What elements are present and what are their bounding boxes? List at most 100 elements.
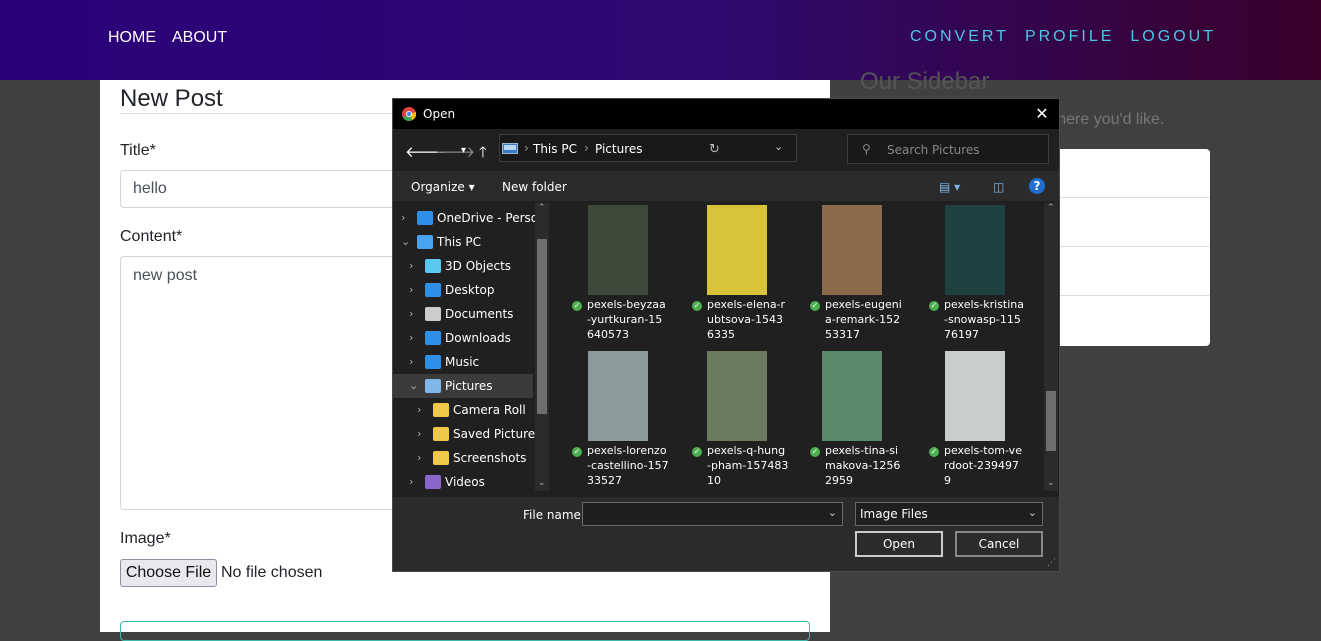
breadcrumb-pictures[interactable]: Pictures	[595, 142, 643, 156]
view-options-icon[interactable]: ▤ ▾	[939, 180, 960, 194]
tree-item-label: Documents	[445, 307, 514, 321]
organize-label: Organize	[411, 180, 465, 194]
folder-icon	[433, 403, 449, 417]
image-thumbnail[interactable]	[822, 351, 882, 441]
scroll-down-icon[interactable]: ⌄	[1047, 478, 1055, 488]
tree-item[interactable]: ⌄ This PC	[393, 230, 533, 254]
nav-about-link[interactable]: ABOUT	[172, 29, 227, 47]
tree-scrollbar[interactable]: ⌃ ⌄	[535, 203, 549, 491]
image-thumbnail[interactable]	[822, 205, 882, 295]
folder-icon	[433, 451, 449, 465]
file-grid-scrollbar[interactable]: ⌃ ⌄	[1044, 203, 1058, 491]
image-thumbnail[interactable]	[707, 351, 767, 441]
cancel-button[interactable]: Cancel	[955, 531, 1043, 557]
form-bottom-box	[120, 621, 810, 641]
image-thumbnail[interactable]	[945, 205, 1005, 295]
tree-item[interactable]: › Music	[393, 350, 533, 374]
breadcrumb-chevron-icon: ›	[524, 141, 529, 155]
organize-button[interactable]: Organize ▾	[411, 180, 475, 194]
nav-home-link[interactable]: HOME	[108, 29, 156, 47]
scroll-up-icon[interactable]: ⌃	[1047, 203, 1055, 213]
chrome-icon	[402, 107, 416, 121]
folder-icon	[433, 427, 449, 441]
chevron-right-icon[interactable]: ›	[417, 446, 421, 470]
chevron-right-icon[interactable]: ›	[409, 350, 413, 374]
chevron-down-icon[interactable]: ⌄	[409, 374, 418, 398]
sync-status-icon: ✓	[692, 447, 702, 457]
top-navbar: HOME ABOUT CONVERT PROFILE LOGOUT	[0, 0, 1321, 80]
tree-item[interactable]: › Screenshots	[393, 446, 533, 470]
resize-grip-icon[interactable]: ⋰	[1047, 558, 1056, 568]
tree-item[interactable]: › Downloads	[393, 326, 533, 350]
tree-item[interactable]: › Camera Roll	[393, 398, 533, 422]
image-thumbnail[interactable]	[588, 205, 648, 295]
image-thumbnail[interactable]	[588, 351, 648, 441]
scroll-down-icon[interactable]: ⌄	[538, 478, 546, 488]
sync-status-icon: ✓	[810, 447, 820, 457]
refresh-icon[interactable]: ↻	[709, 142, 720, 157]
open-button[interactable]: Open	[855, 531, 943, 557]
close-icon[interactable]: ✕	[1031, 104, 1053, 124]
tree-item-label: This PC	[437, 235, 481, 249]
file-name: pexels-eugenia-remark-15253317	[825, 298, 902, 341]
chevron-right-icon[interactable]: ›	[409, 278, 413, 302]
tree-item[interactable]: ⌄ Pictures	[393, 374, 533, 398]
file-name: pexels-beyzaa-yurtkuran-15640573	[587, 298, 666, 341]
pc-icon	[417, 235, 433, 249]
tree-item[interactable]: › Videos	[393, 470, 533, 491]
image-thumbnail[interactable]	[945, 351, 1005, 441]
sync-status-icon: ✓	[572, 447, 582, 457]
chevron-down-icon[interactable]: ⌄	[1028, 506, 1037, 519]
up-arrow-icon[interactable]: 🡑	[479, 142, 487, 167]
chevron-right-icon[interactable]: ›	[409, 254, 413, 278]
file-type-select[interactable]: Image Files ⌄	[855, 502, 1043, 526]
dialog-title: Open	[423, 107, 456, 121]
file-name: pexels-kristina-snowasp-11576197	[944, 298, 1025, 341]
address-bar[interactable]: › This PC › Pictures ⌄	[499, 134, 797, 162]
tree-item-label: Desktop	[445, 283, 495, 297]
tree-item[interactable]: › Desktop	[393, 278, 533, 302]
chevron-right-icon[interactable]: ›	[409, 302, 413, 326]
nav-profile-link[interactable]: PROFILE	[1025, 28, 1114, 46]
file-name: pexels-lorenzo-castellino-15733527	[587, 444, 669, 487]
content-label: Content*	[120, 228, 183, 245]
choose-file-button[interactable]: Choose File	[120, 559, 217, 587]
cube-icon	[425, 259, 441, 273]
tree-item[interactable]: › 3D Objects	[393, 254, 533, 278]
chevron-down-icon[interactable]: ⌄	[828, 506, 837, 519]
help-icon[interactable]: ?	[1029, 178, 1045, 194]
tree-item[interactable]: › Saved Pictures	[393, 422, 541, 446]
file-name: pexels-q-hung-pham-15748310	[707, 444, 789, 487]
tree-scroll-thumb[interactable]	[537, 239, 547, 414]
new-folder-button[interactable]: New folder	[502, 180, 567, 194]
tree-item[interactable]: › Documents	[393, 302, 533, 326]
preview-pane-icon[interactable]: ◫	[993, 180, 1004, 194]
dialog-titlebar: Open ✕	[393, 99, 1059, 129]
video-icon	[425, 475, 441, 489]
scroll-up-icon[interactable]: ⌃	[538, 203, 546, 213]
file-type-value: Image Files	[860, 507, 928, 521]
chevron-right-icon[interactable]: ›	[417, 398, 421, 422]
image-thumbnail[interactable]	[707, 205, 767, 295]
nav-convert-link[interactable]: CONVERT	[910, 28, 1009, 46]
forward-arrow-icon[interactable]: 🡒	[435, 142, 475, 161]
pictures-icon	[502, 143, 518, 154]
recent-dropdown-icon[interactable]: ▾	[461, 145, 466, 156]
chevron-right-icon[interactable]: ›	[409, 470, 413, 491]
search-box[interactable]: ⚲ Search Pictures	[847, 134, 1049, 164]
file-name-input[interactable]: ⌄	[582, 502, 843, 526]
image-label: Image*	[120, 530, 171, 547]
chevron-right-icon[interactable]: ›	[417, 422, 421, 446]
tree-item[interactable]: › OneDrive - Persor	[393, 206, 543, 230]
chevron-down-icon[interactable]: ⌄	[401, 230, 410, 254]
tree-item-label: OneDrive - Persor	[437, 211, 544, 225]
file-name: pexels-tina-simakova-12562959	[825, 444, 901, 487]
chevron-right-icon[interactable]: ›	[409, 326, 413, 350]
chevron-down-icon[interactable]: ⌄	[774, 140, 783, 153]
chevron-right-icon[interactable]: ›	[401, 206, 405, 230]
breadcrumb-this-pc[interactable]: This PC	[533, 142, 577, 156]
tree-item-label: Downloads	[445, 331, 511, 345]
grid-scroll-thumb[interactable]	[1046, 391, 1056, 451]
nav-logout-link[interactable]: LOGOUT	[1130, 28, 1216, 46]
pictures-icon	[425, 379, 441, 393]
